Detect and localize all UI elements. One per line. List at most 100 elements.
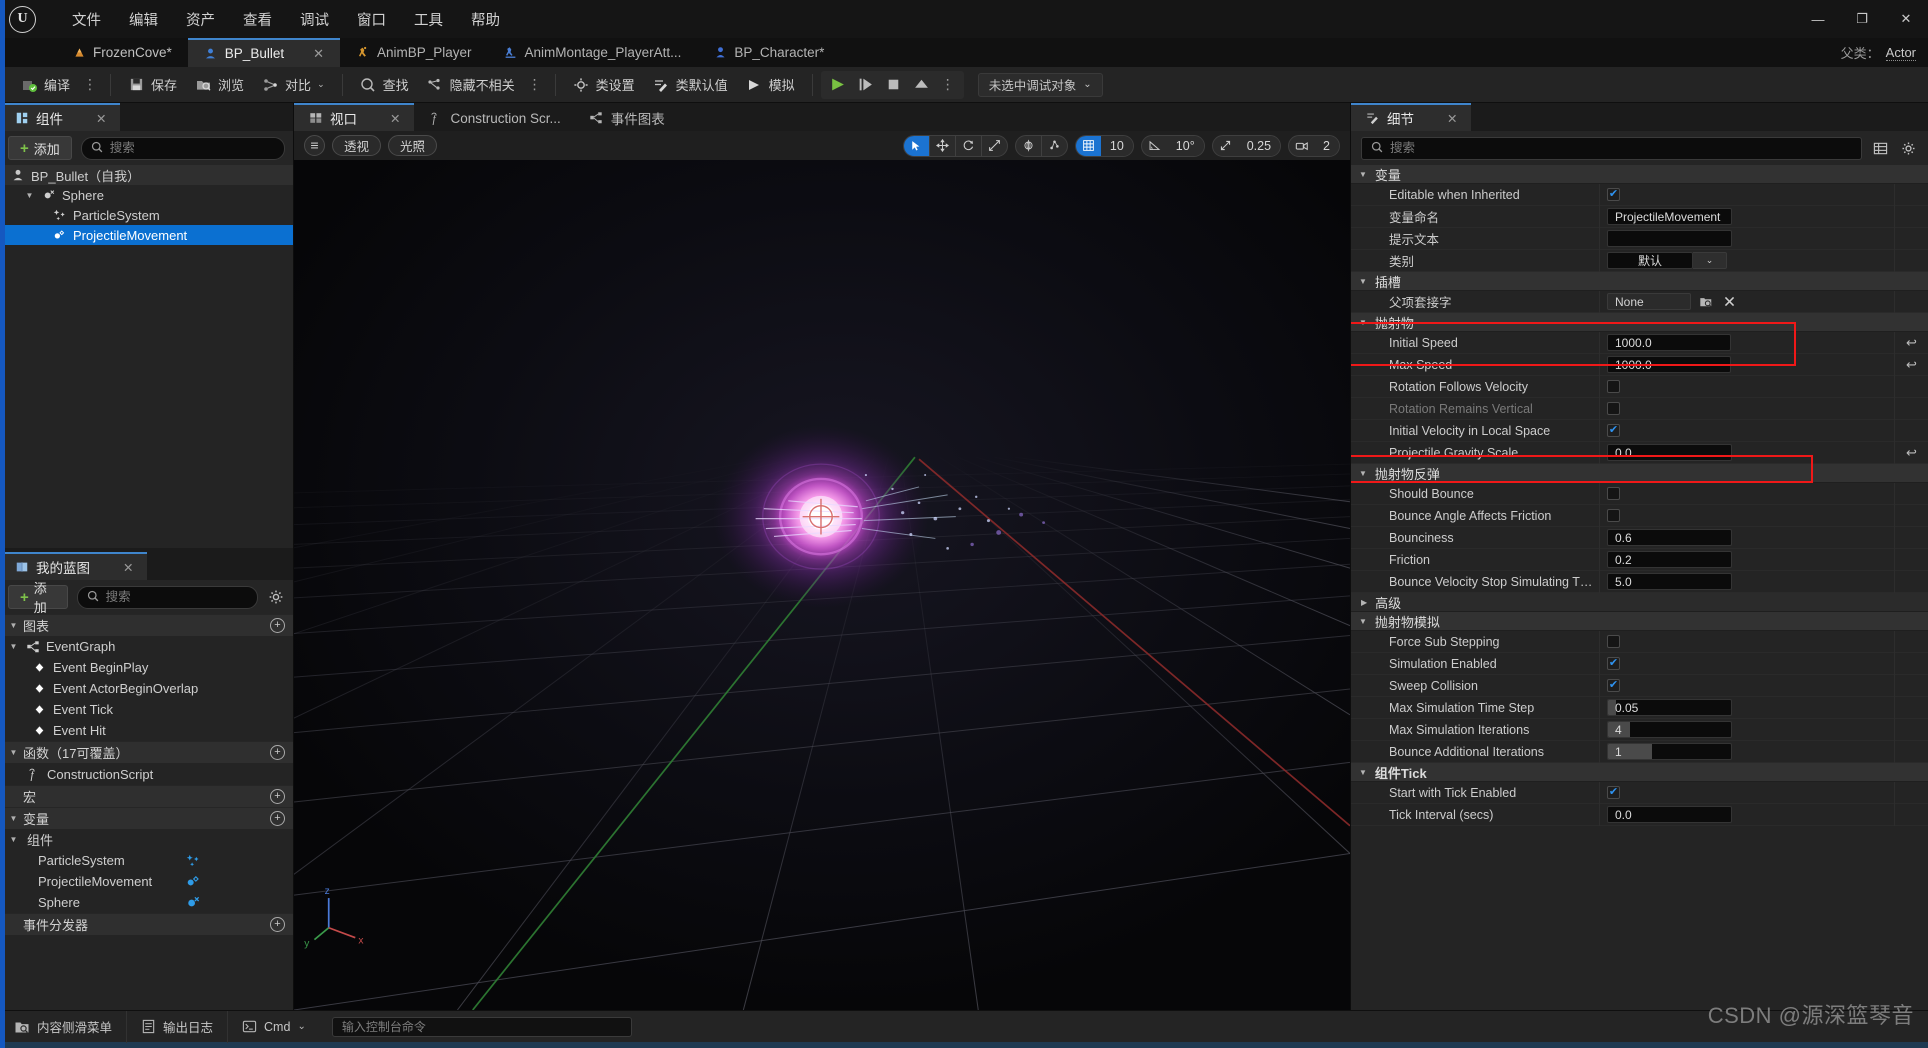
components-search-input[interactable] bbox=[109, 141, 275, 155]
3d-viewport[interactable]: z y x bbox=[294, 160, 1350, 1010]
add-macro-icon[interactable]: + bbox=[270, 789, 285, 804]
scale-snap-icon[interactable] bbox=[1213, 136, 1238, 156]
chevron-down-icon[interactable]: ▼ bbox=[1359, 277, 1367, 286]
category-combo-value[interactable]: 默认 bbox=[1607, 252, 1693, 269]
reset-initial-speed-icon[interactable]: ↩ bbox=[1894, 331, 1928, 354]
section-event-dispatchers[interactable]: 事件分发器 + bbox=[0, 913, 293, 935]
property-force-sub-stepping[interactable]: Force Sub Stepping bbox=[1351, 630, 1928, 653]
column-layout-icon[interactable] bbox=[1870, 138, 1890, 158]
gear-icon[interactable] bbox=[267, 587, 285, 607]
grid-snap-icon[interactable] bbox=[1075, 135, 1101, 156]
class-defaults-button[interactable]: 类默认值 bbox=[644, 70, 737, 100]
chevron-right-icon[interactable]: ▶ bbox=[1361, 598, 1367, 607]
chevron-down-icon[interactable]: ⌄ bbox=[1693, 252, 1727, 269]
tab-my-blueprint[interactable]: 我的蓝图 ✕ bbox=[0, 552, 148, 580]
property-initial-velocity-in-local-space[interactable]: Initial Velocity in Local Space bbox=[1351, 419, 1928, 442]
menu-tools[interactable]: 工具 bbox=[400, 4, 457, 35]
compile-button[interactable]: 编译 bbox=[12, 70, 79, 100]
max-speed-input[interactable]: 1000.0 bbox=[1607, 356, 1731, 373]
property-category[interactable]: 类别 默认 ⌄ bbox=[1351, 249, 1928, 272]
tree-item-particlesystem[interactable]: ParticleSystem bbox=[0, 205, 293, 225]
tab-close-icon[interactable]: ✕ bbox=[313, 46, 324, 62]
tab-viewport[interactable]: 视口 ✕ bbox=[294, 103, 415, 131]
menu-window[interactable]: 窗口 bbox=[343, 4, 400, 35]
category-advanced[interactable]: ▶ 高级 bbox=[1351, 593, 1928, 612]
category-projectile-bounces[interactable]: ▼ 抛射物反弹 bbox=[1351, 464, 1928, 483]
add-blueprint-item-button[interactable]: + 添加 bbox=[8, 581, 68, 615]
camera-speed-icon[interactable] bbox=[1289, 136, 1314, 156]
debug-object-dropdown[interactable]: 未选中调试对象 ⌄ bbox=[977, 72, 1103, 97]
bounce-additional-iterations-input[interactable]: 1 bbox=[1607, 743, 1732, 760]
menu-edit[interactable]: 编辑 bbox=[115, 4, 172, 35]
scale-gizmo-icon[interactable] bbox=[982, 136, 1007, 156]
property-bounce-velocity-stop-simulating-threshold[interactable]: Bounce Velocity Stop Simulating Threshol… bbox=[1351, 570, 1928, 593]
tree-item-bp-bullet[interactable]: BP_Bullet（自我） bbox=[0, 165, 293, 185]
hamburger-icon[interactable] bbox=[304, 135, 325, 156]
tree-item-event-tick[interactable]: Event Tick bbox=[0, 699, 293, 720]
tree-item-var-projectilemovement[interactable]: ProjectileMovement bbox=[0, 871, 293, 892]
chevron-down-icon[interactable]: ▼ bbox=[24, 190, 35, 201]
variable-name-input[interactable]: ProjectileMovement bbox=[1607, 208, 1732, 225]
chevron-down-icon[interactable]: ▼ bbox=[1359, 768, 1367, 777]
hide-unrelated-options-icon[interactable]: ⋮ bbox=[524, 76, 547, 93]
close-icon[interactable]: ✕ bbox=[123, 560, 133, 575]
section-variables[interactable]: ▼ 变量 + bbox=[0, 807, 293, 829]
initial-speed-input[interactable]: 1000.0 bbox=[1607, 334, 1731, 351]
console-command-input[interactable]: 输入控制台命令 bbox=[331, 1016, 632, 1037]
property-friction[interactable]: Friction 0.2 bbox=[1351, 548, 1928, 571]
chevron-down-icon[interactable]: ⌄ bbox=[297, 1021, 305, 1032]
property-tooltip-text[interactable]: 提示文本 bbox=[1351, 227, 1928, 250]
minimize-button[interactable]: — bbox=[1796, 0, 1840, 38]
content-drawer-button[interactable]: 内容侧滑菜单 bbox=[0, 1010, 128, 1043]
menu-debug[interactable]: 调试 bbox=[286, 4, 343, 35]
property-bounce-additional-iterations[interactable]: Bounce Additional Iterations 1 bbox=[1351, 740, 1928, 763]
unreal-engine-logo[interactable]: U bbox=[0, 0, 44, 38]
property-should-bounce[interactable]: Should Bounce bbox=[1351, 482, 1928, 505]
property-bounciness[interactable]: Bounciness 0.6 bbox=[1351, 526, 1928, 549]
output-log-button[interactable]: 输出日志 bbox=[127, 1010, 229, 1043]
add-variable-icon[interactable]: + bbox=[270, 811, 285, 826]
checkbox[interactable] bbox=[1607, 487, 1620, 500]
property-parent-socket[interactable]: 父项套接字 None bbox=[1351, 290, 1928, 313]
property-max-simulation-iterations[interactable]: Max Simulation Iterations 4 bbox=[1351, 718, 1928, 741]
stop-icon[interactable] bbox=[881, 73, 907, 97]
property-simulation-enabled[interactable]: Simulation Enabled bbox=[1351, 652, 1928, 675]
my-blueprint-search-box[interactable] bbox=[76, 585, 259, 609]
chevron-down-icon[interactable]: ▼ bbox=[8, 641, 19, 652]
chevron-down-icon[interactable]: ▼ bbox=[8, 620, 19, 631]
menu-help[interactable]: 帮助 bbox=[457, 4, 514, 35]
category-projectile-simulation[interactable]: ▼ 抛射物模拟 bbox=[1351, 612, 1928, 631]
checkbox[interactable] bbox=[1607, 635, 1620, 648]
property-rotation-follows-velocity[interactable]: Rotation Follows Velocity bbox=[1351, 375, 1928, 398]
chevron-down-icon[interactable]: ▼ bbox=[1359, 469, 1367, 478]
category-variable[interactable]: ▼ 变量 bbox=[1351, 165, 1928, 184]
property-start-with-tick-enabled[interactable]: Start with Tick Enabled bbox=[1351, 781, 1928, 804]
checkbox[interactable] bbox=[1607, 424, 1620, 437]
tree-item-constructionscript[interactable]: f ConstructionScript bbox=[0, 763, 293, 785]
browse-socket-icon[interactable] bbox=[1698, 294, 1714, 310]
close-icon[interactable]: ✕ bbox=[390, 111, 400, 126]
step-icon[interactable] bbox=[853, 73, 879, 97]
category-projectile[interactable]: ▼ 抛射物 bbox=[1351, 313, 1928, 332]
tab-frozencove[interactable]: FrozenCove* bbox=[56, 38, 188, 67]
max-simulation-iterations-input[interactable]: 4 bbox=[1607, 721, 1732, 738]
rotate-gizmo-icon[interactable] bbox=[956, 136, 981, 156]
eject-icon[interactable] bbox=[909, 73, 935, 97]
add-function-icon[interactable]: + bbox=[270, 745, 285, 760]
property-projectile-gravity-scale[interactable]: Projectile Gravity Scale 0.0 ↩ bbox=[1351, 441, 1928, 464]
tab-components[interactable]: 组件 ✕ bbox=[0, 103, 121, 131]
grid-snap-value[interactable]: 10 bbox=[1100, 135, 1133, 156]
reset-gravity-scale-icon[interactable]: ↩ bbox=[1894, 441, 1928, 464]
maximize-button[interactable]: ❐ bbox=[1840, 0, 1884, 38]
save-button[interactable]: 保存 bbox=[119, 70, 186, 100]
view-mode-button[interactable]: 透视 bbox=[332, 135, 382, 156]
chevron-down-icon[interactable]: ▼ bbox=[8, 813, 19, 824]
class-settings-button[interactable]: 类设置 bbox=[564, 70, 644, 100]
move-gizmo-icon[interactable] bbox=[930, 136, 955, 156]
close-button[interactable]: ✕ bbox=[1884, 0, 1928, 38]
tab-details[interactable]: 细节 ✕ bbox=[1351, 103, 1472, 131]
property-max-simulation-time-step[interactable]: Max Simulation Time Step 0.05 bbox=[1351, 696, 1928, 719]
my-blueprint-search-input[interactable] bbox=[105, 590, 249, 604]
property-tick-interval[interactable]: Tick Interval (secs) 0.0 bbox=[1351, 803, 1928, 826]
tab-bp-character[interactable]: BP_Character* bbox=[697, 38, 840, 67]
